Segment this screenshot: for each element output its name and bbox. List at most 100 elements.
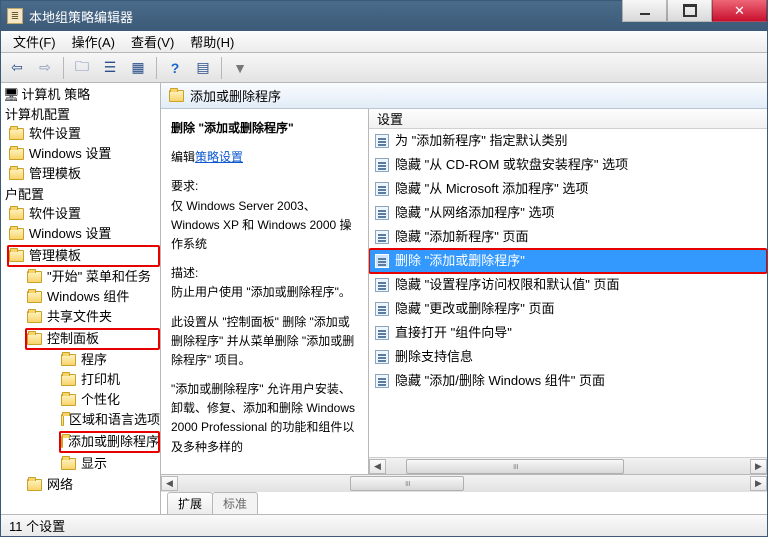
folder-icon: [27, 479, 42, 491]
desc-desc-text: 防止用户使用 "添加或删除程序"。: [171, 285, 351, 299]
tree-computer-config[interactable]: 计算机配置: [5, 106, 70, 124]
setting-item[interactable]: 隐藏 "更改或删除程序" 页面: [369, 297, 767, 321]
setting-item[interactable]: 隐藏 "从 CD-ROM 或软盘安装程序" 选项: [369, 153, 767, 177]
tree-cc-windows[interactable]: Windows 设置: [29, 145, 111, 163]
tree-cc-admin[interactable]: 管理模板: [29, 165, 81, 183]
edit-policy-link[interactable]: 策略设置: [195, 150, 243, 164]
setting-item[interactable]: 删除 "添加或删除程序": [369, 249, 767, 273]
tree-uc-windows[interactable]: Windows 设置: [29, 225, 111, 243]
computer-policy-icon: 🖥: [3, 86, 20, 104]
tree-root[interactable]: 计算机 策略: [22, 86, 91, 104]
setting-icon: [375, 206, 389, 220]
setting-label: 隐藏 "添加新程序" 页面: [395, 227, 528, 247]
folder-icon: [9, 228, 24, 240]
close-button[interactable]: [712, 0, 767, 22]
titlebar: ≣ 本地组策略编辑器: [1, 1, 767, 31]
filter-button[interactable]: ▼: [228, 56, 252, 80]
path-label: 添加或删除程序: [190, 86, 281, 105]
setting-item[interactable]: 隐藏 "添加新程序" 页面: [369, 225, 767, 249]
tab-extended[interactable]: 扩展: [167, 492, 213, 514]
setting-item[interactable]: 隐藏 "从 Microsoft 添加程序" 选项: [369, 177, 767, 201]
setting-item[interactable]: 为 "添加新程序" 指定默认类别: [369, 129, 767, 153]
tree-region-lang[interactable]: 区域和语言选项: [69, 411, 160, 429]
menu-help[interactable]: 帮助(H): [182, 30, 242, 53]
desc-edit-label: 编辑: [171, 150, 195, 164]
tree-personalization[interactable]: 个性化: [81, 391, 120, 409]
description-column: 删除 "添加或删除程序" 编辑策略设置 要求:仅 Windows Server …: [161, 109, 369, 474]
tree-start-menu[interactable]: "开始" 菜单和任务: [47, 268, 151, 286]
minimize-button[interactable]: [622, 0, 667, 22]
tree-printers[interactable]: 打印机: [81, 371, 120, 389]
folder-icon: [61, 394, 76, 406]
setting-label: 直接打开 "组件向导": [395, 323, 512, 343]
scroll-track[interactable]: [386, 459, 750, 474]
setting-icon: [375, 230, 389, 244]
menu-file[interactable]: 文件(F): [5, 30, 64, 53]
window-buttons: [622, 1, 767, 31]
folder-icon: [9, 128, 24, 140]
toolbar: ⇦ ⇨ 🗀 ☰ ▦ ? ▤ ▼: [1, 53, 767, 83]
help-button[interactable]: ?: [163, 56, 187, 80]
tree-win-components[interactable]: Windows 组件: [47, 288, 129, 306]
setting-label: 删除 "添加或删除程序": [395, 251, 525, 271]
setting-item[interactable]: 直接打开 "组件向导": [369, 321, 767, 345]
setting-icon: [375, 302, 389, 316]
tree-programs[interactable]: 程序: [81, 351, 107, 369]
tree-user-config[interactable]: 户配置: [5, 186, 44, 204]
setting-item[interactable]: 隐藏 "设置程序访问权限和默认值" 页面: [369, 273, 767, 297]
toolbar-separator: [221, 57, 222, 79]
settings-header[interactable]: 设置: [369, 109, 767, 129]
tree-control-panel[interactable]: 控制面板: [47, 330, 99, 348]
tree-pane[interactable]: 🖥计算机 策略 计算机配置 软件设置 Windows 设置 管理模板 户配置 软…: [1, 83, 161, 514]
tree-cc-software[interactable]: 软件设置: [29, 125, 81, 143]
folder-icon: [27, 271, 42, 283]
tree-display[interactable]: 显示: [81, 455, 107, 473]
gpedit-window: ≣ 本地组策略编辑器 文件(F) 操作(A) 查看(V) 帮助(H) ⇦ ⇨ 🗀…: [0, 0, 768, 537]
tree-network[interactable]: 网络: [47, 476, 73, 494]
tab-standard[interactable]: 标准: [212, 492, 258, 514]
options-button[interactable]: ▤: [191, 56, 215, 80]
path-bar: 添加或删除程序: [161, 83, 767, 109]
setting-icon: [375, 158, 389, 172]
tree-uc-software[interactable]: 软件设置: [29, 205, 81, 223]
setting-label: 隐藏 "从 Microsoft 添加程序" 选项: [395, 179, 588, 199]
setting-label: 隐藏 "添加/删除 Windows 组件" 页面: [395, 371, 605, 391]
status-text: 11 个设置: [9, 516, 65, 535]
settings-list[interactable]: 为 "添加新程序" 指定默认类别隐藏 "从 CD-ROM 或软盘安装程序" 选项…: [369, 129, 767, 457]
desc-hscroll[interactable]: ◀ ▶: [161, 475, 767, 492]
back-button[interactable]: ⇦: [5, 56, 29, 80]
tree-add-remove[interactable]: 添加或删除程序: [68, 433, 159, 451]
menu-view[interactable]: 查看(V): [123, 30, 182, 53]
folder-icon: [61, 354, 76, 366]
setting-icon: [375, 278, 389, 292]
settings-hscroll[interactable]: ◀ ▶: [369, 457, 767, 474]
setting-label: 隐藏 "更改或删除程序" 页面: [395, 299, 554, 319]
tree-uc-admin[interactable]: 管理模板: [29, 247, 81, 265]
setting-item[interactable]: 隐藏 "从网络添加程序" 选项: [369, 201, 767, 225]
desc-heading: 删除 "添加或删除程序": [171, 119, 358, 138]
scroll-track[interactable]: [178, 476, 750, 491]
maximize-button[interactable]: [667, 0, 712, 22]
forward-button[interactable]: ⇨: [33, 56, 57, 80]
setting-label: 删除支持信息: [395, 347, 473, 367]
scroll-right-button[interactable]: ▶: [750, 459, 767, 474]
folder-icon: [27, 333, 42, 345]
setting-item[interactable]: 隐藏 "添加/删除 Windows 组件" 页面: [369, 369, 767, 393]
folder-button[interactable]: 🗀: [70, 56, 94, 80]
right-pane: 添加或删除程序 删除 "添加或删除程序" 编辑策略设置 要求:仅 Windows…: [161, 83, 767, 514]
menu-action[interactable]: 操作(A): [64, 30, 123, 53]
scroll-left-button[interactable]: ◀: [161, 476, 178, 491]
details-button[interactable]: ▦: [126, 56, 150, 80]
content-area: 🖥计算机 策略 计算机配置 软件设置 Windows 设置 管理模板 户配置 软…: [1, 83, 767, 514]
scroll-left-button[interactable]: ◀: [369, 459, 386, 474]
setting-item[interactable]: 删除支持信息: [369, 345, 767, 369]
desc-req-label: 要求:: [171, 179, 198, 193]
scroll-right-button[interactable]: ▶: [750, 476, 767, 491]
setting-icon: [375, 374, 389, 388]
tree-shared-folders[interactable]: 共享文件夹: [47, 308, 112, 326]
folder-icon: [9, 250, 24, 262]
tabs-row: 扩展 标准: [161, 492, 767, 514]
app-icon: ≣: [7, 8, 23, 24]
folder-icon: [9, 148, 24, 160]
list-button[interactable]: ☰: [98, 56, 122, 80]
